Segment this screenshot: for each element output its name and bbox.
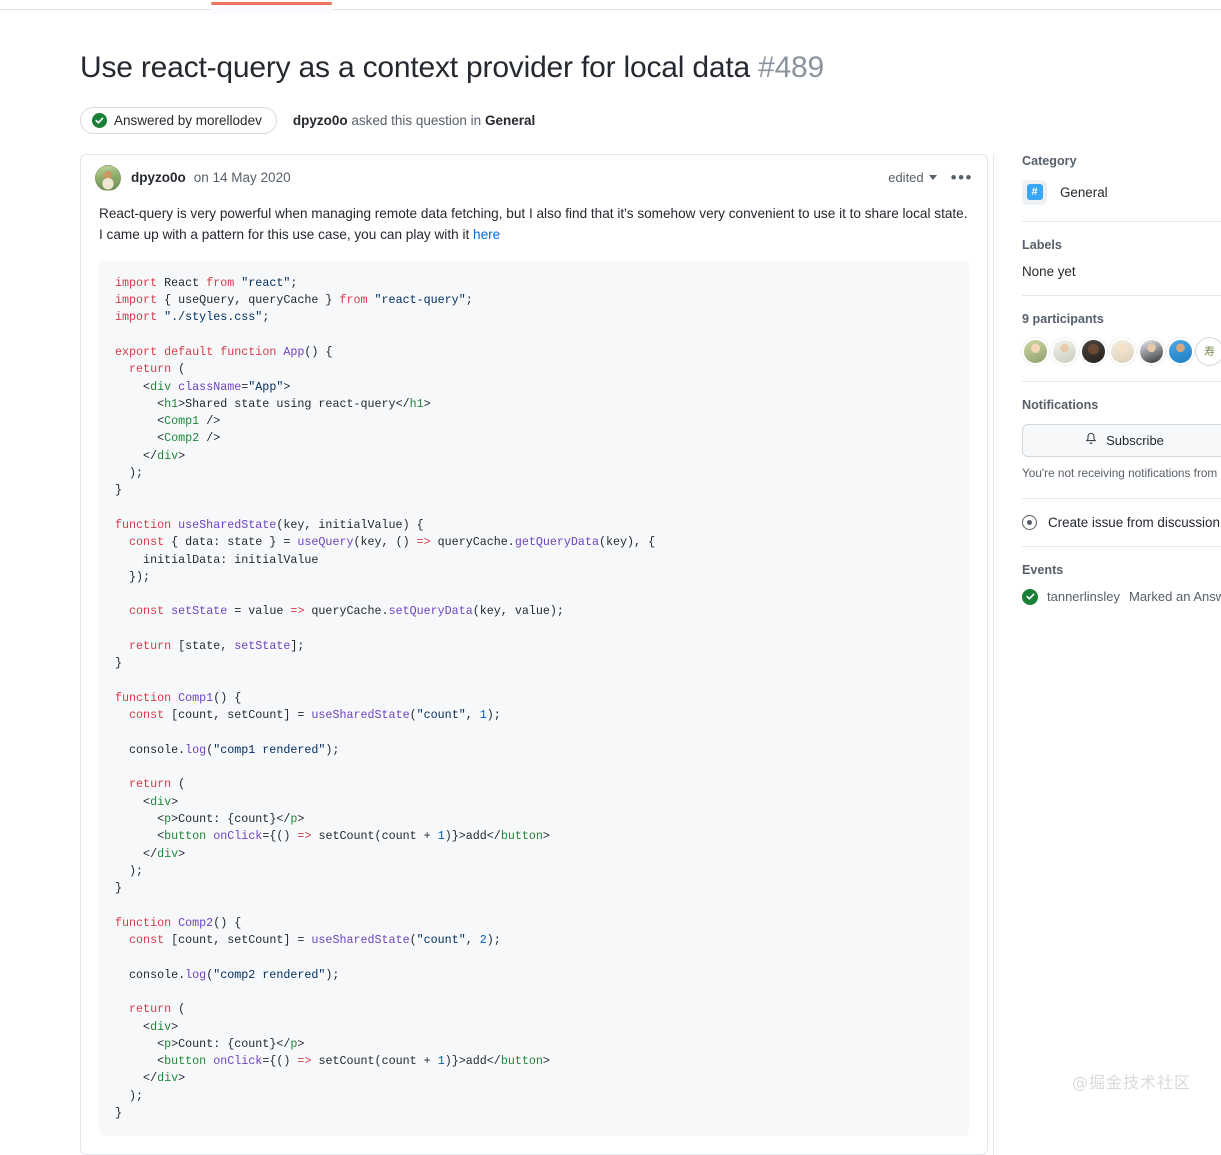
category-title: Category <box>1022 153 1077 168</box>
labels-value: None yet <box>1022 263 1076 279</box>
participant-avatar[interactable] <box>1109 337 1136 365</box>
notifications-title: Notifications <box>1022 397 1099 412</box>
event-actor[interactable]: tannerlinsley <box>1047 589 1120 604</box>
notifications-note: You're not receiving notifications from <box>1022 465 1218 480</box>
comment-header-actions: edited ••• <box>888 169 973 186</box>
comment-body: React-query is very powerful when managi… <box>81 199 987 1155</box>
sidebar-section-events: Events tannerlinsley Marked an Answer 3 <box>1022 545 1221 621</box>
comment-paragraph: React-query is very powerful when managi… <box>99 203 969 245</box>
hash-icon: # <box>1022 179 1047 205</box>
check-circle-icon <box>1022 588 1038 605</box>
participant-avatar[interactable] <box>1167 337 1194 365</box>
title-block: Use react-query as a context provider fo… <box>0 11 1221 134</box>
asker-name[interactable]: dpyzo0o <box>293 113 348 128</box>
discussion-page: Use react-query as a context provider fo… <box>0 11 1221 1155</box>
participant-avatar[interactable] <box>1080 337 1107 365</box>
sidebar-section-participants: 9 participants <box>1022 294 1221 381</box>
edited-dropdown[interactable]: edited <box>888 170 937 186</box>
participant-avatar[interactable] <box>1051 337 1078 365</box>
main-column: dpyzo0o on 14 May 2020 edited ••• React-… <box>80 153 988 1155</box>
event-text: Marked an Answer 3 <box>1129 589 1221 605</box>
page-title: Use react-query as a context provider fo… <box>80 49 1221 87</box>
participant-avatar[interactable] <box>1196 337 1221 365</box>
chevron-down-icon <box>928 175 937 181</box>
subheader: Answered by morellodev dpyzo0o asked thi… <box>80 106 1221 134</box>
sidebar-section-labels: Labels None yet <box>1022 220 1221 295</box>
category-row[interactable]: # General <box>1022 179 1221 205</box>
comment-author[interactable]: dpyzo0o <box>131 170 186 185</box>
playground-link[interactable]: here <box>473 227 500 242</box>
comment-header: dpyzo0o on 14 May 2020 edited ••• <box>81 155 987 199</box>
sidebar-section-notifications: Notifications Subscribe You're not recei… <box>1022 380 1221 498</box>
subscribe-button-label: Subscribe <box>1106 432 1164 448</box>
comment-card: dpyzo0o on 14 May 2020 edited ••• React-… <box>80 153 988 1155</box>
page-title-text: Use react-query as a context provider fo… <box>80 51 750 85</box>
watermark: @掘金技术社区 <box>1071 1073 1191 1092</box>
content-layout: dpyzo0o on 14 May 2020 edited ••• React-… <box>0 153 1221 1155</box>
answered-badge-label: Answered by morellodev <box>114 112 262 128</box>
event-item: tannerlinsley Marked an Answer 3 <box>1022 588 1221 605</box>
subscribe-button[interactable]: Subscribe <box>1022 423 1221 457</box>
issue-opened-icon <box>1022 514 1037 530</box>
avatar[interactable] <box>95 164 121 191</box>
active-tab-underline <box>211 2 332 5</box>
asked-middle-text: asked this question in <box>351 112 482 128</box>
sidebar-section-category: Category # General <box>1022 154 1221 221</box>
participants-title: 9 participants <box>1022 311 1104 326</box>
code-block: import React from "react"; import { useQ… <box>99 260 969 1137</box>
sidebar-section-create-issue: Create issue from discussion <box>1022 497 1221 546</box>
code-content[interactable]: import React from "react"; import { useQ… <box>115 275 953 1123</box>
answered-badge[interactable]: Answered by morellodev <box>80 106 277 134</box>
sidebar: Category # General Labels None yet 9 par… <box>993 153 1221 1155</box>
create-issue-label: Create issue from discussion <box>1048 514 1220 530</box>
events-title: Events <box>1022 562 1064 577</box>
tab-strip <box>0 0 1221 14</box>
participants-list <box>1022 337 1221 365</box>
comment-text: React-query is very powerful when managi… <box>99 205 968 242</box>
bell-icon <box>1084 432 1098 449</box>
issue-number: #489 <box>758 51 825 85</box>
comment-timestamp: on 14 May 2020 <box>193 170 291 186</box>
labels-title: Labels <box>1022 237 1062 252</box>
participant-avatar[interactable] <box>1022 337 1049 365</box>
category-name: General <box>1060 184 1108 200</box>
hash-icon-glyph: # <box>1026 184 1043 201</box>
kebab-menu-icon[interactable]: ••• <box>951 169 973 186</box>
asked-category-link[interactable]: General <box>485 113 535 128</box>
check-circle-icon <box>92 112 107 128</box>
asked-line: dpyzo0o asked this question in General <box>293 113 535 128</box>
edited-label: edited <box>888 170 924 186</box>
create-issue-row[interactable]: Create issue from discussion <box>1022 514 1221 530</box>
participant-avatar[interactable] <box>1138 337 1165 365</box>
